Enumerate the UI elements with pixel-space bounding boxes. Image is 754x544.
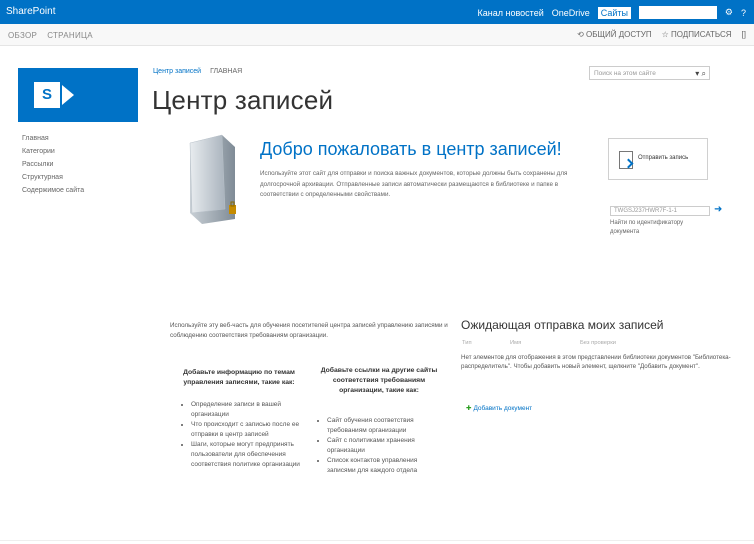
records-info-intro: Используйте эту веб-часть для обучения п…	[170, 322, 448, 339]
breadcrumb-site-link[interactable]: Центр записей	[153, 68, 201, 75]
help-icon[interactable]: ?	[741, 8, 746, 18]
ribbon-actions: ⟲ ОБЩИЙ ДОСТУП ☆ ПОДПИСАТЬСЯ []	[577, 30, 746, 39]
header-type[interactable]: Тип	[462, 340, 472, 346]
suite-link-onedrive[interactable]: OneDrive	[552, 8, 590, 18]
header-checked-out[interactable]: Без проверки	[580, 340, 616, 346]
records-archive-icon	[189, 134, 236, 224]
plus-icon: ✚	[466, 405, 472, 412]
search-input[interactable]: Поиск на этом сайте ▾ ⌕	[589, 66, 710, 80]
quick-launch-item-home[interactable]: Главная	[22, 132, 84, 145]
suite-link-sites[interactable]: Сайты	[597, 6, 631, 19]
submit-record-button[interactable]: Отправить запись	[608, 138, 708, 180]
quick-launch: Главная Категории Рассылки Структурная С…	[22, 132, 84, 197]
ribbon-tab-browse[interactable]: ОБЗОР	[8, 31, 37, 40]
list-item: Что происходит с записью после ее отправ…	[191, 420, 300, 440]
info-column-compliance-links: Добавьте ссылки на другие сайты соответс…	[314, 366, 444, 476]
logo-arrow-icon	[62, 85, 74, 105]
info-column-records-topics: Добавьте информацию по темам управления …	[178, 368, 300, 470]
page-title: Центр записей	[152, 85, 334, 115]
suite-links: Канал новостей OneDrive Сайты SP Farm Ad…	[478, 6, 746, 19]
star-icon: ☆	[661, 30, 669, 39]
page-bottom-divider	[0, 540, 754, 541]
share-button[interactable]: ⟲ ОБЩИЙ ДОСТУП	[577, 30, 652, 39]
quick-launch-item-categories[interactable]: Категории	[22, 145, 84, 158]
share-label: ОБЩИЙ ДОСТУП	[586, 30, 652, 39]
submit-document-icon	[619, 151, 633, 169]
user-name: SP Farm Admin	[643, 7, 706, 17]
document-id-go-icon[interactable]: ➜	[714, 205, 724, 215]
info-column-compliance-list: Сайт обучения соответствия требованиям о…	[314, 416, 444, 476]
focus-content-icon[interactable]: []	[742, 30, 746, 39]
pending-records-empty-message: Нет элементов для отображения в этом пре…	[461, 354, 731, 370]
ribbon-tabs: ОБЗОР СТРАНИЦА	[8, 31, 93, 40]
suite-link-newsfeed[interactable]: Канал новостей	[478, 8, 544, 18]
ribbon-bar: ОБЗОР СТРАНИЦА ⟲ ОБЩИЙ ДОСТУП ☆ ПОДПИСАТ…	[0, 24, 754, 46]
quick-launch-item-structure[interactable]: Структурная	[22, 171, 84, 184]
search-actions: ▾ ⌕	[695, 69, 706, 79]
search-icon[interactable]: ⌕	[702, 69, 706, 78]
list-item: Определение записи в вашей организации	[191, 400, 300, 420]
list-item: Шаги, которые могут предпринять пользова…	[191, 440, 300, 470]
list-item: Сайт обучения соответствия требованиям о…	[327, 416, 444, 436]
document-id-input[interactable]: TWGSJ237HWR7F-1-1	[610, 206, 710, 216]
info-column-compliance-heading: Добавьте ссылки на другие сайты соответс…	[320, 367, 438, 394]
user-menu-button[interactable]: SP Farm Admin ▾	[639, 6, 717, 19]
quick-launch-item-mailings[interactable]: Рассылки	[22, 158, 84, 171]
chevron-down-icon: ▾	[708, 7, 713, 17]
suite-bar: SharePoint Канал новостей OneDrive Сайты…	[0, 0, 754, 24]
gear-icon[interactable]: ⚙	[725, 7, 733, 18]
info-column-records-list: Определение записи в вашей организации Ч…	[178, 400, 300, 470]
add-document-link[interactable]: ✚ Добавить документ	[466, 404, 532, 412]
add-document-label: Добавить документ	[473, 405, 533, 412]
welcome-description: Используйте этот сайт для отправки и пои…	[260, 170, 568, 198]
search-placeholder: Поиск на этом сайте	[594, 70, 656, 77]
document-id-help: Найти по идентификатору документа	[610, 220, 684, 235]
share-icon: ⟲	[577, 30, 584, 39]
site-logo[interactable]: S	[18, 68, 138, 122]
sharepoint-brand-link[interactable]: SharePoint	[6, 6, 55, 17]
follow-button[interactable]: ☆ ПОДПИСАТЬСЯ	[662, 30, 732, 39]
quick-launch-item-site-contents[interactable]: Содержимое сайта	[22, 184, 84, 197]
ribbon-tab-page[interactable]: СТРАНИЦА	[47, 31, 93, 40]
follow-label: ПОДПИСАТЬСЯ	[671, 30, 732, 39]
pending-records-title: Ожидающая отправка моих записей	[461, 318, 664, 332]
submit-record-label: Отправить запись	[638, 155, 689, 161]
header-name[interactable]: Имя	[510, 340, 521, 346]
breadcrumb: Центр записей ГЛАВНАЯ	[153, 68, 242, 75]
list-item: Сайт с политиками хранения организации	[327, 436, 444, 456]
list-item: Список контактов управления записями для…	[327, 456, 444, 476]
info-column-records-heading: Добавьте информацию по темам управления …	[183, 369, 295, 386]
sharepoint-logo-letter: S	[34, 82, 60, 108]
search-scope-chevron-icon[interactable]: ▾	[695, 69, 699, 78]
welcome-title: Добро пожаловать в центр записей!	[260, 139, 562, 159]
breadcrumb-current: ГЛАВНАЯ	[210, 68, 243, 75]
